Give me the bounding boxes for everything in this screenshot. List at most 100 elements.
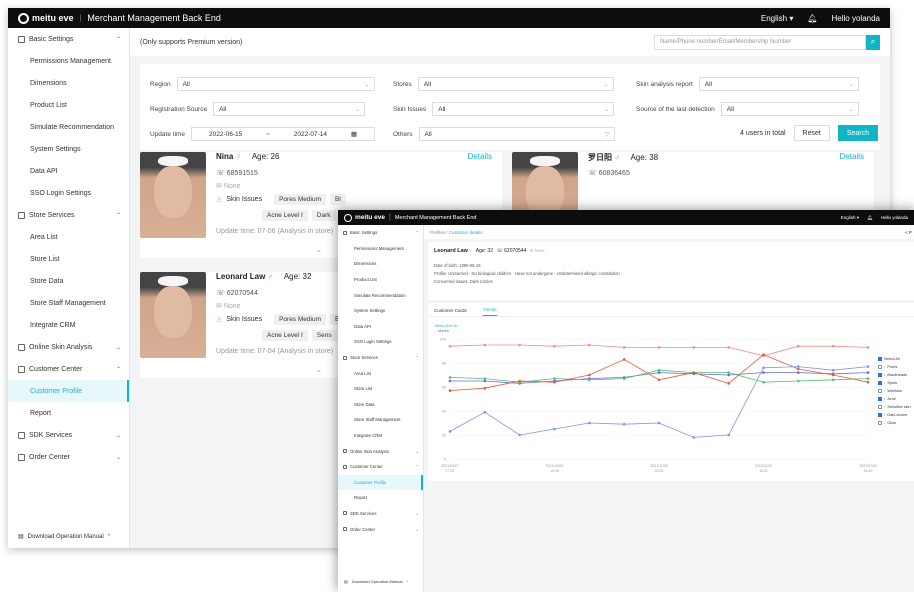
legend-item-wrinkles[interactable]: • Wrinkles (878, 389, 911, 393)
data-point-pores[interactable] (518, 343, 521, 347)
sidebar-group-online-skin-analysis[interactable]: Online Skin Analysis ⌄ (338, 443, 423, 459)
tab-trends[interactable]: Trends (482, 307, 497, 316)
search-icon[interactable]: ⌕ (866, 34, 880, 50)
sidebar-group-online-skin-analysis[interactable]: Online Skin Analysis ⌄ (8, 336, 129, 358)
brand-logo[interactable]: meitu eve (18, 12, 74, 24)
reg-source-select[interactable]: All ⌄ (213, 102, 366, 116)
data-point-acne[interactable] (483, 386, 487, 390)
data-point-spots[interactable] (727, 371, 730, 374)
data-point-dark-circles[interactable] (553, 427, 556, 431)
sidebar-group-sdk-services[interactable]: SDK Services ⌄ (8, 424, 129, 446)
data-point-blackheads[interactable] (866, 371, 870, 374)
data-point-pores[interactable] (622, 346, 626, 349)
legend-item-blackheads[interactable]: • Blackheads (878, 373, 911, 377)
legend-item-glow[interactable]: • Glow (878, 421, 911, 425)
sidebar-item-store-data[interactable]: Store Data (8, 270, 129, 292)
sidebar-group-customer-center[interactable]: Customer Center ⌃ (338, 459, 423, 475)
data-point-dark-circles[interactable] (831, 368, 835, 372)
expand-icon[interactable]: ⌄ (316, 366, 322, 374)
sidebar-item-permissions-management[interactable]: Permissions Management (338, 241, 423, 257)
data-point-spots[interactable] (588, 378, 591, 382)
data-point-spots[interactable] (622, 377, 626, 380)
legend-item-dark-circles[interactable]: • Dark circles (878, 413, 911, 417)
brand-logo[interactable]: meitu eve (344, 213, 385, 222)
user-menu[interactable]: Hello yolanda (832, 14, 880, 23)
checkbox-icon[interactable] (878, 381, 882, 385)
data-point-pores[interactable] (483, 343, 487, 347)
data-point-dark-circles[interactable] (797, 365, 800, 368)
sidebar-group-basic-settings[interactable]: Basic Settings ⌃ (338, 225, 423, 241)
data-point-acne[interactable] (866, 380, 870, 384)
legend-item-acne[interactable]: • Acne (878, 397, 911, 401)
checkbox-icon[interactable] (878, 357, 882, 361)
details-link[interactable]: Details (840, 152, 864, 161)
data-point-acne[interactable] (692, 371, 696, 374)
data-point-blackheads[interactable] (448, 379, 452, 383)
sidebar-item-dimensions[interactable]: Dimensions (8, 72, 129, 94)
data-point-pores[interactable] (727, 346, 730, 349)
details-link[interactable]: Details (468, 152, 492, 161)
data-point-blackheads[interactable] (797, 371, 800, 374)
sidebar-group-customer-center[interactable]: Customer Center ⌃ (8, 358, 129, 380)
back-link[interactable]: < P (905, 230, 912, 235)
checkbox-icon[interactable] (878, 373, 882, 377)
sidebar-item-store-staff-management[interactable]: Store Staff Management (8, 292, 129, 314)
data-point-blackheads[interactable] (727, 373, 730, 377)
data-point-spots[interactable] (448, 376, 452, 379)
checkbox-icon[interactable] (878, 365, 882, 369)
data-point-blackheads[interactable] (762, 371, 765, 374)
data-point-pores[interactable] (448, 344, 452, 348)
sidebar-item-customer-profile[interactable]: Customer Profile (338, 474, 423, 491)
data-point-acne[interactable] (657, 378, 661, 382)
checkbox-icon[interactable] (878, 413, 882, 417)
legend-item-select-all[interactable]: Select All (878, 357, 911, 361)
tab-customer-cards[interactable]: Customer Cards (434, 308, 467, 316)
sidebar-item-report[interactable]: Report (338, 490, 423, 506)
others-select[interactable]: All ▽ (418, 127, 615, 141)
reset-button[interactable]: Reset (793, 125, 830, 141)
legend-item-spots[interactable]: • Spots (878, 381, 911, 385)
language-select[interactable]: English ▾ (761, 14, 794, 23)
sidebar-item-system-settings[interactable]: System Settings (8, 138, 129, 160)
sidebar-item-data-api[interactable]: Data API (338, 319, 423, 335)
sidebar-group-store-services[interactable]: Store Services ⌃ (338, 350, 423, 366)
data-point-acne[interactable] (831, 373, 835, 377)
data-point-pores[interactable] (588, 343, 591, 347)
download-manual-link[interactable]: ▤ Download Operation Manual * (344, 579, 408, 584)
data-point-pores[interactable] (831, 344, 835, 348)
sidebar-group-sdk-services[interactable]: SDK Services ⌄ (338, 506, 423, 522)
sidebar-group-order-center[interactable]: Order Center ⌄ (8, 446, 129, 468)
language-select[interactable]: English ▾ (841, 215, 859, 221)
data-point-spots[interactable] (553, 377, 556, 380)
data-point-acne[interactable] (448, 389, 452, 392)
data-point-dark-circles[interactable] (866, 365, 870, 368)
sidebar-item-store-list[interactable]: Store List (8, 248, 129, 270)
sidebar-group-basic-settings[interactable]: Basic Settings ⌃ (8, 28, 129, 50)
expand-icon[interactable]: ⌄ (316, 246, 322, 254)
data-point-dark-circles[interactable] (518, 433, 521, 437)
sidebar-item-sso-login-settings[interactable]: SSO Login Settings (8, 182, 129, 204)
sidebar-group-store-services[interactable]: Store Services ⌃ (8, 204, 129, 226)
data-point-spots[interactable] (762, 380, 765, 384)
data-point-dark-circles[interactable] (762, 366, 765, 370)
sidebar-item-data-api[interactable]: Data API (8, 160, 129, 182)
data-point-dark-circles[interactable] (657, 421, 661, 425)
checkbox-icon[interactable] (878, 421, 882, 425)
sidebar-item-integrate-crm[interactable]: Integrate CRM (338, 428, 423, 444)
skin-report-select[interactable]: All ⌄ (698, 77, 859, 91)
skin-issues-select[interactable]: All ⌄ (432, 102, 615, 116)
sidebar-item-simulate-recommendation[interactable]: Simulate Recommendation (338, 287, 423, 303)
bell-icon[interactable]: 🔔︎ (807, 14, 817, 23)
data-point-acne[interactable] (727, 382, 730, 385)
sidebar-item-system-settings[interactable]: System Settings (338, 303, 423, 319)
data-point-spots[interactable] (797, 379, 800, 383)
data-point-pores[interactable] (657, 346, 661, 349)
sidebar-item-simulate-recommendation[interactable]: Simulate Recommendation (8, 116, 129, 138)
checkbox-icon[interactable] (878, 397, 882, 401)
data-point-dark-circles[interactable] (448, 430, 452, 433)
sidebar-item-area-list[interactable]: Area List (8, 226, 129, 248)
data-point-blackheads[interactable] (657, 371, 661, 374)
data-point-pores[interactable] (797, 344, 800, 348)
data-point-dark-circles[interactable] (622, 422, 626, 426)
sidebar-item-store-list[interactable]: Store List (338, 381, 423, 397)
